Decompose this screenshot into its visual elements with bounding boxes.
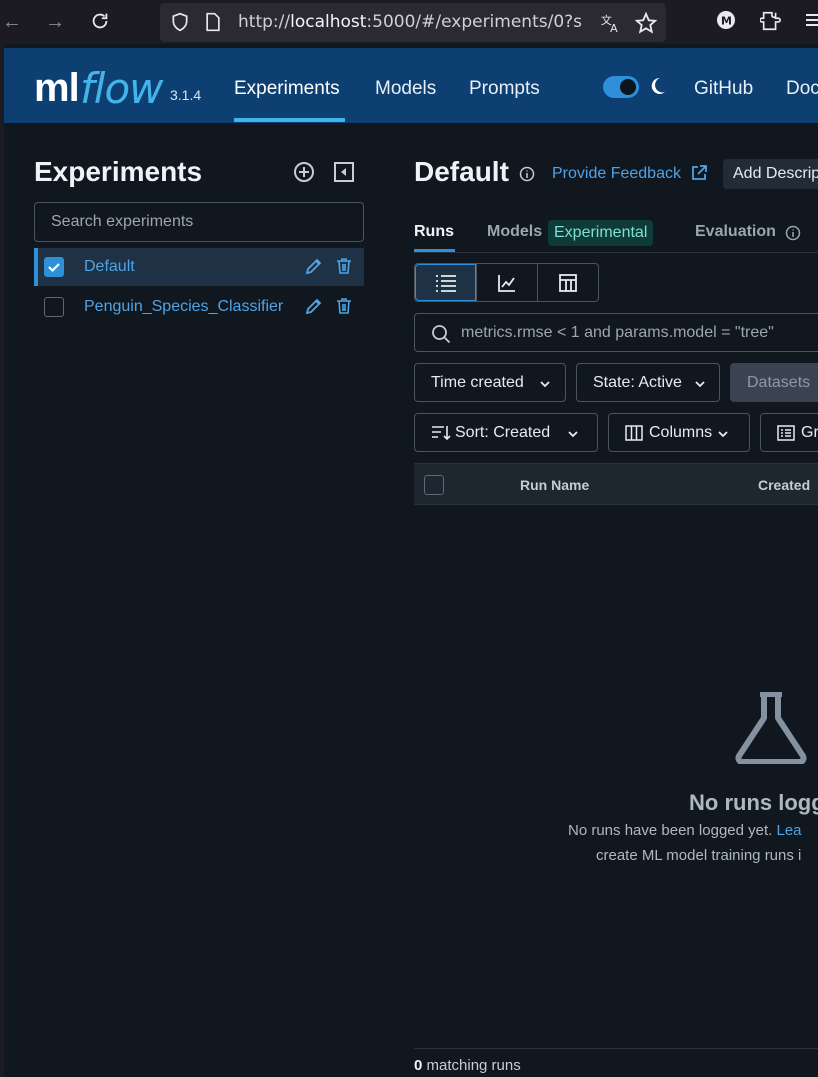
list-icon [435,274,456,292]
column-created[interactable]: Created [758,477,810,493]
bookmark-star-icon[interactable] [634,11,658,34]
empty-state-title: No runs logg [689,790,818,815]
back-icon[interactable]: ← [0,10,24,34]
add-description-button[interactable]: Add Descrip [723,159,818,189]
nav-active-indicator [234,118,345,122]
search-experiments-input[interactable] [35,203,363,241]
dropdown-label: Columns [649,424,713,441]
chevron-down-icon [695,381,705,388]
learn-more-link[interactable]: Lea [776,822,801,839]
select-all-checkbox[interactable] [424,475,444,495]
tab-models[interactable]: Models [487,223,542,241]
run-filter-input[interactable] [461,314,818,351]
matching-runs-count: 0 matching runs [414,1057,521,1074]
table-view-button[interactable] [415,264,476,301]
nav-prompts[interactable]: Prompts [469,78,540,100]
delete-icon[interactable] [334,256,354,276]
forward-icon[interactable]: → [43,10,67,34]
add-experiment-icon[interactable] [292,160,316,184]
dropdown-label: Gr [801,424,818,441]
search-experiments[interactable] [34,202,364,242]
sidebar-title: Experiments [34,156,203,187]
shield-icon[interactable] [170,12,192,34]
match-count-label: matching runs [422,1057,521,1074]
experiment-tabs: Runs Models Experimental Evaluation [414,215,818,253]
top-header: ml flow 3.1.4 Experiments Models Prompts… [4,48,818,123]
chart-icon [498,274,515,292]
logo-ml: ml [34,66,80,110]
datasets-dropdown[interactable]: Datasets [730,363,818,402]
artifact-view-button[interactable] [537,264,598,301]
dropdown-label: Datasets [747,374,811,391]
search-icon [431,324,451,344]
nav-experiments[interactable]: Experiments [234,78,340,100]
experiment-name[interactable]: Default [84,258,135,276]
edit-icon[interactable] [304,256,324,276]
group-by-dropdown[interactable]: Gr [760,413,818,452]
browser-toolbar: ← → http://localhost:5000/#/experiments/… [0,0,818,44]
empty-state-line-1: No runs have been logged yet. Lea [568,822,802,839]
chart-view-button[interactable] [476,264,537,301]
external-link-icon[interactable] [690,164,708,182]
columns-dropdown[interactable]: Columns [608,413,750,452]
page-title: Default [414,156,509,187]
extensions-icon[interactable] [759,10,784,34]
experiment-name[interactable]: Penguin_Species_Classifier [84,298,283,316]
tab-active-indicator [414,249,455,252]
nav-docs[interactable]: Doc [786,78,818,100]
svg-text:A: A [610,22,618,34]
columns-icon [625,425,643,441]
address-bar[interactable]: http://localhost:5000/#/experiments/0?s … [160,3,666,42]
dropdown-label: State: Active [593,374,682,391]
chevron-down-icon [718,431,728,438]
footer-divider [414,1048,818,1049]
version-label: 3.1.4 [170,87,202,103]
nav-github[interactable]: GitHub [694,78,753,100]
sort-icon [432,426,451,441]
dark-mode-toggle[interactable] [603,76,639,98]
time-created-dropdown[interactable]: Time created [414,363,566,402]
reload-icon[interactable] [88,10,112,34]
experimental-badge: Experimental [548,220,654,246]
collapse-sidebar-icon[interactable] [332,160,356,184]
svg-text:M: M [721,15,732,28]
nav-models[interactable]: Models [375,78,436,100]
page-icon[interactable] [204,12,226,34]
toggle-knob [620,79,636,95]
empty-state-line-2: create ML model training runs i [596,847,802,864]
provide-feedback-link[interactable]: Provide Feedback [552,165,681,183]
chevron-down-icon [540,381,550,388]
url-text[interactable]: http://localhost:5000/#/experiments/0?s [238,12,590,32]
state-dropdown[interactable]: State: Active [576,363,720,402]
logo-flow: flow [80,64,164,113]
profile-avatar[interactable]: M [716,10,740,34]
tab-runs[interactable]: Runs [414,223,454,241]
tab-evaluation[interactable]: Evaluation [695,223,776,241]
experiment-item-penguin[interactable]: Penguin_Species_Classifier [34,288,364,326]
evaluation-info-icon[interactable] [785,225,801,241]
moon-icon [647,76,669,98]
experiment-checkbox[interactable] [44,257,64,277]
runs-table-header: Run Name Created [414,463,818,505]
empty-state-text: No runs have been logged yet. [568,822,777,839]
menu-icon[interactable] [806,10,818,34]
chevron-down-icon [568,431,578,438]
dropdown-label: Sort: Created [455,424,551,441]
column-run-name[interactable]: Run Name [520,477,589,493]
run-filter[interactable] [414,313,818,352]
grid-icon [559,273,577,292]
experiment-item-default[interactable]: Default [34,248,364,286]
experiment-checkbox[interactable] [44,297,64,317]
sort-dropdown[interactable]: Sort: Created [414,413,598,452]
view-mode-toggle [414,263,599,302]
edit-icon[interactable] [304,296,324,316]
group-icon [777,425,795,441]
translate-icon[interactable]: 文A [600,12,622,35]
beaker-icon [735,691,809,765]
check-icon [48,263,60,273]
dropdown-label: Time created [431,374,524,391]
delete-icon[interactable] [334,296,354,316]
info-icon[interactable] [519,166,535,182]
